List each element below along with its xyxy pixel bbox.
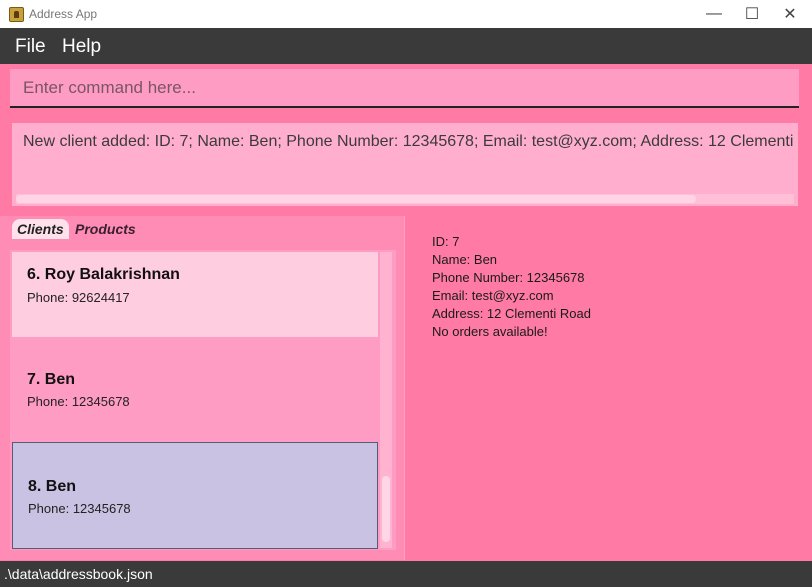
client-list: 6. Roy Balakrishnan Phone: 92624417 7. B… xyxy=(10,250,396,550)
detail-email: Email: test@xyz.com xyxy=(432,288,554,303)
client-list-panel: Clients Products 6. Roy Balakrishnan Pho… xyxy=(0,216,405,560)
window-title: Address App xyxy=(29,7,98,21)
menu-help[interactable]: Help xyxy=(62,36,101,58)
result-text: New client added: ID: 7; Name: Ben; Phon… xyxy=(23,133,798,150)
tab-clients[interactable]: Clients xyxy=(12,219,69,239)
tab-products[interactable]: Products xyxy=(70,219,141,239)
client-name: 8. Ben xyxy=(28,478,77,495)
detail-id: ID: 7 xyxy=(432,234,460,249)
list-item[interactable]: 6. Roy Balakrishnan Phone: 92624417 xyxy=(12,252,378,337)
list-item-selected[interactable]: 8. Ben Phone: 12345678 xyxy=(12,442,378,549)
app-icon xyxy=(9,7,24,22)
client-name: 7. Ben xyxy=(27,371,76,388)
maximize-button[interactable]: ☐ xyxy=(733,0,771,28)
minimize-button[interactable]: — xyxy=(695,0,733,28)
status-bar: .\data\addressbook.json xyxy=(0,561,812,587)
client-phone: Phone: 92624417 xyxy=(27,290,130,305)
client-phone: Phone: 12345678 xyxy=(28,501,131,516)
result-display: New client added: ID: 7; Name: Ben; Phon… xyxy=(12,123,798,206)
title-bar: Address App — ☐ ✕ xyxy=(0,0,812,28)
command-box xyxy=(10,69,799,108)
menu-bar: File Help xyxy=(0,28,812,64)
client-phone: Phone: 12345678 xyxy=(27,394,130,409)
client-list-scrollbar-thumb[interactable] xyxy=(382,476,390,542)
result-scrollbar-thumb[interactable] xyxy=(16,195,696,203)
detail-orders: No orders available! xyxy=(432,324,548,339)
detail-phone: Phone Number: 12345678 xyxy=(432,270,585,285)
list-item[interactable]: 7. Ben Phone: 12345678 xyxy=(12,337,378,422)
client-list-scrollbar[interactable] xyxy=(380,252,392,548)
detail-address: Address: 12 Clementi Road xyxy=(432,306,591,321)
detail-name: Name: Ben xyxy=(432,252,498,267)
menu-file[interactable]: File xyxy=(15,36,46,58)
command-input[interactable] xyxy=(10,69,799,106)
save-location: .\data\addressbook.json xyxy=(4,566,153,582)
close-button[interactable]: ✕ xyxy=(771,0,809,28)
result-horizontal-scrollbar[interactable] xyxy=(16,194,794,204)
client-name: 6. Roy Balakrishnan xyxy=(27,266,180,283)
